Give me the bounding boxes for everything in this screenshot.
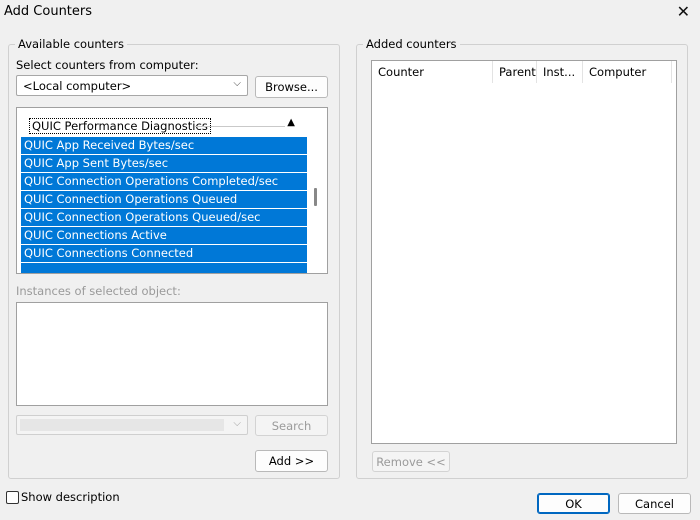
column-header-parent[interactable]: Parent	[493, 61, 537, 83]
counter-item[interactable]: QUIC Connection Operations Queued/sec	[21, 209, 307, 226]
select-computer-label: Select counters from computer:	[16, 58, 199, 72]
category-row[interactable]: QUIC Performance Diagnostics ▲	[25, 116, 307, 136]
browse-button-label: Browse...	[265, 80, 318, 94]
chevron-down-icon[interactable]: ⌵	[233, 418, 241, 429]
cancel-button[interactable]: Cancel	[618, 493, 691, 514]
show-description-checkbox[interactable]	[6, 491, 19, 504]
computer-combobox-value: <Local computer>	[23, 79, 132, 93]
counters-listbox[interactable]: QUIC Performance Diagnostics ▲ QUIC App …	[16, 107, 328, 274]
remove-button-label: Remove <<	[376, 454, 446, 469]
column-header-computer[interactable]: Computer	[583, 61, 672, 83]
add-button-label: Add >>	[268, 454, 315, 468]
remove-button[interactable]: Remove <<	[372, 451, 450, 472]
available-counters-legend: Available counters	[18, 37, 124, 51]
counter-item[interactable]: QUIC Connection Operations Queued	[21, 191, 307, 208]
counter-item-partial[interactable]	[21, 263, 307, 273]
list-scrollbar-thumb[interactable]	[314, 188, 317, 206]
chevron-down-icon[interactable]: ⌵	[233, 78, 241, 89]
window-title: Add Counters	[4, 4, 93, 19]
cancel-button-label: Cancel	[635, 496, 674, 511]
added-counters-table[interactable]: Counter Parent Inst... Computer	[371, 60, 677, 444]
search-combobox[interactable]: ⌵	[16, 415, 248, 435]
search-combobox-field	[20, 419, 224, 431]
ok-button-label: OK	[565, 496, 582, 511]
instances-label: Instances of selected object:	[16, 284, 181, 298]
search-button-label: Search	[271, 418, 312, 433]
close-icon[interactable]: ✕	[677, 2, 690, 21]
column-header-counter[interactable]: Counter	[372, 61, 493, 83]
column-header-instance[interactable]: Inst...	[537, 61, 583, 83]
browse-button[interactable]: Browse...	[255, 76, 328, 98]
select-computer-label-text: Select counters from computer:	[16, 58, 199, 72]
counter-item[interactable]: QUIC Connection Operations Completed/sec	[21, 173, 307, 190]
category-label: QUIC Performance Diagnostics	[29, 118, 211, 134]
ok-button[interactable]: OK	[537, 493, 610, 514]
show-description-label[interactable]: Show description	[21, 490, 120, 504]
counter-item[interactable]: QUIC App Sent Bytes/sec	[21, 155, 307, 172]
category-divider	[195, 126, 285, 127]
counter-item[interactable]: QUIC Connections Connected	[21, 245, 307, 262]
counter-item[interactable]: QUIC App Received Bytes/sec	[21, 137, 307, 154]
add-button[interactable]: Add >>	[255, 450, 328, 472]
chevron-up-icon[interactable]: ▲	[287, 117, 295, 128]
search-button[interactable]: Search	[255, 415, 328, 436]
added-counters-legend: Added counters	[366, 37, 457, 51]
instances-listbox[interactable]	[16, 302, 328, 406]
counter-item[interactable]: QUIC Connections Active	[21, 227, 307, 244]
computer-combobox[interactable]: <Local computer> ⌵	[16, 75, 248, 96]
